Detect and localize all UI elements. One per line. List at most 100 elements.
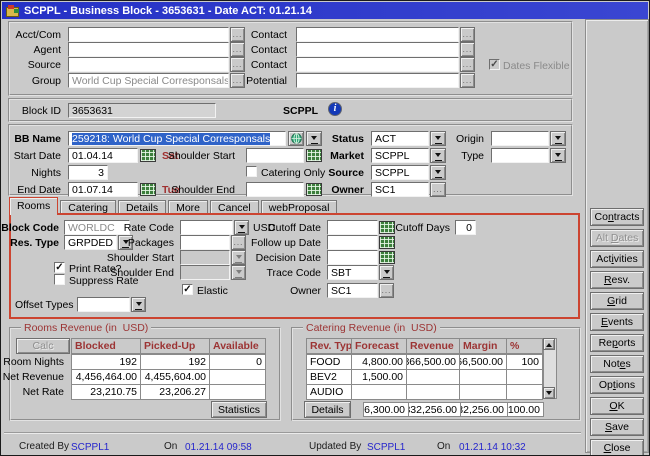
translate-button[interactable] xyxy=(288,131,304,146)
follow-up-date-field[interactable] xyxy=(327,235,378,250)
catering-cell[interactable] xyxy=(506,384,543,400)
sidebar-button-save[interactable]: Save xyxy=(590,418,644,436)
origin-dropdown-button[interactable] xyxy=(550,131,566,146)
trace-code-dropdown-button[interactable] xyxy=(379,265,394,280)
calendar-icon[interactable] xyxy=(306,149,322,162)
account-right-lov-button[interactable]: ... xyxy=(460,57,475,72)
print-rate-checkbox[interactable] xyxy=(54,262,65,273)
title-bar[interactable]: SCPPL - Business Block - 3653631 - Date … xyxy=(2,2,648,19)
rooms-revenue-cell[interactable] xyxy=(209,369,266,385)
rooms-revenue-cell[interactable] xyxy=(209,384,266,400)
account-right-lov-button[interactable]: ... xyxy=(460,73,475,88)
type-dropdown-button[interactable] xyxy=(550,148,566,163)
sidebar-button-ok[interactable]: OK xyxy=(590,397,644,415)
catering-cell[interactable]: 9,866,500.00 xyxy=(406,354,460,370)
shoulder-end-field[interactable] xyxy=(246,182,304,197)
rooms-revenue-cell[interactable]: 192 xyxy=(71,354,141,370)
owner-lov-button[interactable]: ... xyxy=(430,182,446,197)
rooms-revenue-cell[interactable]: 4,455,604.00 xyxy=(140,369,210,385)
account-row-field[interactable] xyxy=(68,57,229,72)
market-dropdown-button[interactable] xyxy=(430,148,446,163)
start-date-field[interactable]: 01.04.14 xyxy=(68,148,138,163)
account-row-right-field[interactable] xyxy=(296,27,459,42)
rate-code-dropdown-button[interactable] xyxy=(234,220,249,235)
account-row-right-field[interactable] xyxy=(296,73,459,88)
status-field[interactable]: ACT xyxy=(371,131,429,146)
end-date-field[interactable]: 01.07.14 xyxy=(68,182,138,197)
sidebar-button-close[interactable]: Close xyxy=(590,439,644,456)
type-field[interactable] xyxy=(491,148,549,163)
account-lov-button[interactable]: ... xyxy=(230,42,245,57)
packages-lov-button[interactable]: ... xyxy=(231,235,246,250)
catering-cell[interactable]: 1,500.00 xyxy=(351,369,407,385)
account-row-field[interactable]: World Cup Special Corresponsals xyxy=(68,73,229,88)
offset-types-dropdown-button[interactable] xyxy=(131,297,146,312)
catering-cell[interactable]: 100 xyxy=(506,354,543,370)
catering-cell[interactable] xyxy=(459,384,507,400)
packages-field[interactable] xyxy=(180,235,230,250)
sidebar-button-notes[interactable]: Notes xyxy=(590,355,644,373)
tab-rooms[interactable]: Rooms xyxy=(9,197,58,215)
offset-types-field[interactable] xyxy=(77,297,130,312)
rooms-revenue-cell[interactable]: 4,456,464.00 xyxy=(71,369,141,385)
sidebar-button-resv[interactable]: Resv. xyxy=(590,271,644,289)
elastic-checkbox[interactable] xyxy=(182,284,193,295)
calendar-icon[interactable] xyxy=(306,183,322,196)
catering-cell[interactable] xyxy=(351,384,407,400)
suppress-rate-checkbox[interactable] xyxy=(54,274,65,285)
catering-cell[interactable]: 4,800.00 xyxy=(351,354,407,370)
account-row-field[interactable] xyxy=(68,27,229,42)
bb-name-dropdown-button[interactable] xyxy=(306,131,322,146)
account-lov-button[interactable]: ... xyxy=(230,27,245,42)
account-row-right-field[interactable] xyxy=(296,42,459,57)
trace-code-field[interactable]: SBT xyxy=(327,265,378,280)
statistics-button[interactable]: Statistics xyxy=(211,401,267,418)
res-type-field[interactable]: GRPDED xyxy=(64,235,117,250)
block-code-field[interactable]: WORLDC xyxy=(64,220,130,235)
account-row-right-field[interactable] xyxy=(296,57,459,72)
nights-field[interactable]: 3 xyxy=(68,165,108,180)
rooms-revenue-cell[interactable]: 0 xyxy=(209,354,266,370)
status-dropdown-button[interactable] xyxy=(430,131,446,146)
sidebar-button-events[interactable]: Events xyxy=(590,313,644,331)
owner-rooms-field[interactable]: SC1 xyxy=(327,283,378,298)
block-id-field[interactable]: 3653631 xyxy=(68,103,216,118)
scroll-down-button[interactable] xyxy=(543,387,555,399)
account-right-lov-button[interactable]: ... xyxy=(460,27,475,42)
catering-cell[interactable]: BEV2 xyxy=(306,369,352,385)
owner-rooms-lov-button[interactable]: ... xyxy=(379,283,394,298)
catering-cell[interactable] xyxy=(506,369,543,385)
sidebar-button-reports[interactable]: Reports xyxy=(590,334,644,352)
cutoff-days-field[interactable]: 0 xyxy=(455,220,476,235)
catering-scrollbar[interactable] xyxy=(543,338,557,399)
rate-code-field[interactable] xyxy=(180,220,233,235)
scroll-up-button[interactable] xyxy=(543,338,555,350)
details-button[interactable]: Details xyxy=(304,401,351,418)
account-lov-button[interactable]: ... xyxy=(230,57,245,72)
calendar-icon[interactable] xyxy=(140,183,156,196)
calendar-icon[interactable] xyxy=(140,149,156,162)
account-lov-button[interactable]: ... xyxy=(230,73,245,88)
calendar-icon[interactable] xyxy=(379,221,395,234)
account-right-lov-button[interactable]: ... xyxy=(460,42,475,57)
account-row-field[interactable] xyxy=(68,42,229,57)
owner-field[interactable]: SC1 xyxy=(371,182,429,197)
source-dropdown-button[interactable] xyxy=(430,165,446,180)
calendar-icon[interactable] xyxy=(379,236,395,249)
catering-only-checkbox[interactable] xyxy=(246,166,257,177)
sidebar-button-options[interactable]: Options xyxy=(590,376,644,394)
catering-cell[interactable]: FOOD xyxy=(306,354,352,370)
sidebar-button-contracts[interactable]: Contracts xyxy=(590,208,644,226)
rooms-revenue-cell[interactable]: 192 xyxy=(140,354,210,370)
calendar-icon[interactable] xyxy=(379,251,395,264)
catering-cell[interactable] xyxy=(406,384,460,400)
bb-name-field[interactable]: 259218: World Cup Special Corresponsals xyxy=(68,131,286,146)
catering-cell[interactable] xyxy=(459,369,507,385)
decision-date-field[interactable] xyxy=(327,250,378,265)
catering-cell[interactable]: AUDIO xyxy=(306,384,352,400)
sidebar-button-activities[interactable]: Activities xyxy=(590,250,644,268)
catering-cell[interactable] xyxy=(406,369,460,385)
origin-field[interactable] xyxy=(491,131,549,146)
market-field[interactable]: SCPPL xyxy=(371,148,429,163)
source-field[interactable]: SCPPL xyxy=(371,165,429,180)
